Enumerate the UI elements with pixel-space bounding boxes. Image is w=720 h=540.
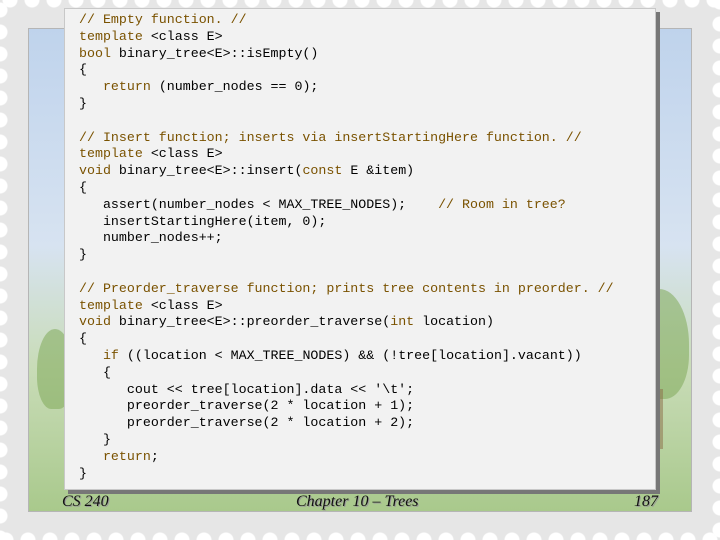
chapter-title: Chapter 10 – Trees	[296, 493, 419, 510]
code-line: }	[79, 96, 614, 113]
code-line: preorder_traverse(2 * location + 2);	[79, 415, 614, 432]
code-token: number_nodes++;	[79, 230, 223, 246]
code-token: {	[79, 331, 87, 347]
code-token: return	[102, 79, 159, 95]
code-token: const	[302, 163, 351, 179]
code-token: void	[79, 163, 119, 179]
code-line: cout << tree[location].data << '\t';	[79, 382, 614, 399]
code-token: <class E>	[150, 146, 223, 162]
code-line: {	[79, 180, 614, 197]
code-line: template <class E>	[79, 146, 614, 163]
code-token: }	[79, 95, 87, 111]
code-token: binary_tree<E>::preorder_traverse(	[118, 314, 391, 330]
code-token: // Preorder_traverse function; prints tr…	[79, 280, 614, 296]
code-block: // Empty function. //template <class E> b…	[79, 12, 614, 482]
code-line: return;	[79, 449, 614, 466]
code-line: {	[79, 331, 614, 348]
code-line: }	[79, 466, 614, 483]
code-token: {	[79, 364, 111, 380]
code-line: // Preorder_traverse function; prints tr…	[79, 281, 614, 298]
code-token: location)	[422, 314, 494, 330]
code-token: }	[79, 431, 111, 447]
code-line: template <class E>	[79, 298, 614, 315]
code-line: {	[79, 365, 614, 382]
code-token: (number_nodes == 0);	[158, 79, 319, 95]
code-line: number_nodes++;	[79, 230, 614, 247]
code-line: }	[79, 247, 614, 264]
code-token: }	[79, 247, 87, 263]
code-token: ((location < MAX_TREE_NODES) && (!tree[l…	[126, 347, 582, 363]
stamp-perforation-bottom	[0, 526, 720, 540]
code-token: ;	[150, 448, 159, 464]
code-line: bool binary_tree<E>::isEmpty()	[79, 46, 614, 63]
code-token: cout << tree[location].data << '\t';	[79, 381, 415, 397]
code-token: }	[79, 465, 87, 481]
code-token: assert(number_nodes < MAX_TREE_NODES);	[79, 196, 439, 212]
code-token: // Room in tree?	[438, 196, 566, 212]
page-number: 187	[634, 493, 658, 510]
code-token: void	[79, 314, 119, 330]
code-token: insertStartingHere(item, 0);	[79, 213, 327, 229]
code-line: {	[79, 62, 614, 79]
code-line: return (number_nodes == 0);	[79, 79, 614, 96]
code-line: if ((location < MAX_TREE_NODES) && (!tre…	[79, 348, 614, 365]
code-token: bool	[79, 45, 119, 61]
code-line: void binary_tree<E>::insert(const E &ite…	[79, 163, 614, 180]
code-token: <class E>	[150, 297, 223, 313]
code-token: binary_tree<E>::isEmpty()	[118, 45, 319, 61]
code-token: E &item)	[350, 163, 415, 179]
code-line: // Empty function. //	[79, 12, 614, 29]
stamp-perforation-right	[706, 0, 720, 540]
code-token: template	[79, 146, 151, 162]
code-token: template	[79, 28, 151, 44]
code-line: preorder_traverse(2 * location + 1);	[79, 398, 614, 415]
course-label: CS 240	[62, 493, 109, 510]
code-token: int	[390, 314, 423, 330]
code-token: // Insert function; inserts via insertSt…	[79, 129, 582, 145]
code-token: // Empty function. //	[79, 12, 247, 27]
code-line: assert(number_nodes < MAX_TREE_NODES); /…	[79, 197, 614, 214]
code-token: {	[79, 179, 87, 195]
code-token: preorder_traverse(2 * location + 2);	[79, 415, 415, 431]
tree-trunk-illustration	[655, 389, 663, 449]
code-token: binary_tree<E>::insert(	[118, 163, 303, 179]
code-line: insertStartingHere(item, 0);	[79, 214, 614, 231]
code-line: template <class E>	[79, 29, 614, 46]
code-token: template	[79, 297, 151, 313]
code-token: <class E>	[150, 28, 223, 44]
code-line: // Insert function; inserts via insertSt…	[79, 130, 614, 147]
code-line: }	[79, 432, 614, 449]
code-token: if	[102, 347, 127, 363]
code-token: {	[79, 62, 87, 78]
code-token: preorder_traverse(2 * location + 1);	[79, 398, 415, 414]
code-token: return	[102, 448, 151, 464]
code-line: void binary_tree<E>::preorder_traverse(i…	[79, 314, 614, 331]
stamp-perforation-left	[0, 0, 14, 540]
